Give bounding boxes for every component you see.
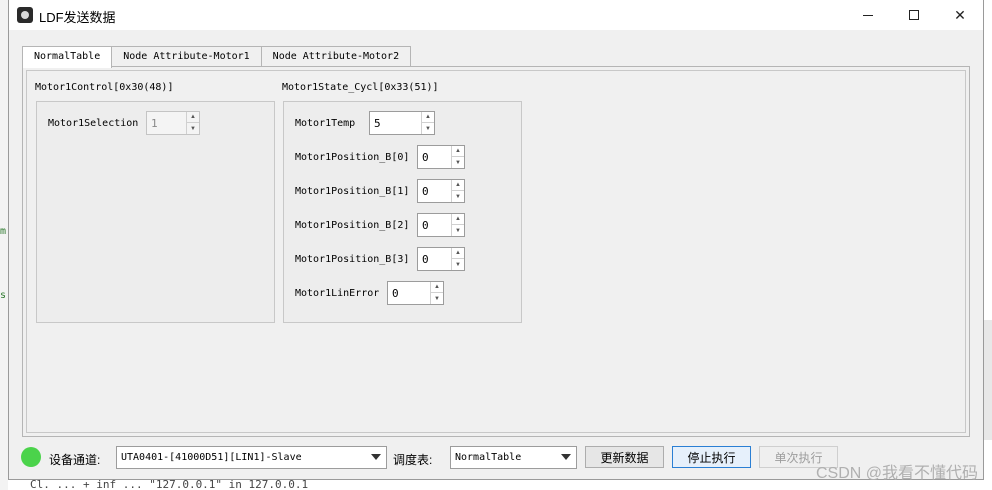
title-bar[interactable]: LDF发送数据 ✕ <box>9 0 983 30</box>
background-app-right-edge <box>984 320 992 440</box>
spinner-value: 5 <box>374 117 381 130</box>
spinner-down-icon[interactable]: ▼ <box>431 293 443 304</box>
ldf-send-data-window: LDF发送数据 ✕ NormalTable Node Attribute-Mot… <box>8 0 984 480</box>
spinner-up-icon[interactable]: ▲ <box>187 112 199 123</box>
window-title: LDF发送数据 <box>39 10 116 25</box>
spinner-arrows: ▲ ▼ <box>430 282 443 304</box>
update-data-button[interactable]: 更新数据 <box>585 446 664 468</box>
tab-bar: NormalTable Node Attribute-Motor1 Node A… <box>22 46 412 68</box>
tab-normal-table[interactable]: NormalTable <box>22 46 113 68</box>
group-motor1-state-cycl: Motor1Temp 5 ▲ ▼ Motor1Position_B[0] 0 ▲… <box>283 101 522 323</box>
minimize-button[interactable] <box>845 0 891 30</box>
field-label: Motor1Selection <box>48 118 139 129</box>
close-button[interactable]: ✕ <box>937 0 983 30</box>
tab-node-attribute-motor1[interactable]: Node Attribute-Motor1 <box>111 46 262 67</box>
spinner-arrows: ▲ ▼ <box>451 248 464 270</box>
device-channel-select[interactable]: UTA0401-[41000D51][LIN1]-Slave <box>116 446 387 469</box>
spinner-value: 0 <box>422 185 429 198</box>
spinner-arrows: ▲ ▼ <box>186 112 199 134</box>
field-label: Motor1Temp <box>295 118 356 129</box>
spinner-value: 0 <box>392 287 399 300</box>
watermark: CSDN @我看不懂代码 <box>815 465 978 482</box>
spinner-value: 0 <box>422 219 429 232</box>
group-motor1-control: Motor1Selection 1 ▲ ▼ <box>36 101 275 323</box>
spinner-down-icon[interactable]: ▼ <box>452 225 464 236</box>
tab-node-attribute-motor2[interactable]: Node Attribute-Motor2 <box>260 46 412 67</box>
tab-panel-normal-table: Motor1Control[0x30(48)] Motor1Selection … <box>22 66 970 437</box>
field-label: Motor1Position_B[0] <box>295 152 410 163</box>
schedule-table-select[interactable]: NormalTable <box>450 446 577 469</box>
spinner-up-icon[interactable]: ▲ <box>452 180 464 191</box>
spinner-down-icon[interactable]: ▼ <box>422 123 434 134</box>
stop-execution-button[interactable]: 停止执行 <box>672 446 751 468</box>
spinner-value: 1 <box>151 117 158 130</box>
device-channel-value: UTA0401-[41000D51][LIN1]-Slave <box>121 452 302 463</box>
app-icon <box>17 7 33 23</box>
motor1-position-b3-spinner[interactable]: 0 ▲ ▼ <box>417 247 465 271</box>
chevron-down-icon <box>371 454 381 460</box>
spinner-up-icon[interactable]: ▲ <box>452 146 464 157</box>
spinner-up-icon[interactable]: ▲ <box>452 214 464 225</box>
motor1-position-b2-spinner[interactable]: 0 ▲ ▼ <box>417 213 465 237</box>
chevron-down-icon <box>561 454 571 460</box>
background-console-text: Cl. ... + inf ... "127.0.0.1" in 127.0.0… <box>30 480 309 490</box>
device-channel-label: 设备通道: <box>49 453 101 467</box>
connection-status-indicator <box>21 447 41 467</box>
schedule-table-value: NormalTable <box>455 452 522 463</box>
background-char: m <box>0 226 7 237</box>
group-label-motor1-control: Motor1Control[0x30(48)] <box>35 82 174 93</box>
spinner-arrows: ▲ ▼ <box>451 146 464 168</box>
spinner-value: 0 <box>422 253 429 266</box>
spinner-up-icon[interactable]: ▲ <box>422 112 434 123</box>
spinner-up-icon[interactable]: ▲ <box>452 248 464 259</box>
background-app-left-edge: m s <box>0 0 8 490</box>
maximize-icon <box>909 10 919 20</box>
motor1-position-b0-spinner[interactable]: 0 ▲ ▼ <box>417 145 465 169</box>
maximize-button[interactable] <box>891 0 937 30</box>
schedule-table-label: 调度表: <box>393 453 433 467</box>
spinner-arrows: ▲ ▼ <box>451 214 464 236</box>
background-char: s <box>0 290 7 301</box>
spinner-down-icon[interactable]: ▼ <box>452 157 464 168</box>
motor1-selection-spinner[interactable]: 1 ▲ ▼ <box>146 111 200 135</box>
spinner-up-icon[interactable]: ▲ <box>431 282 443 293</box>
spinner-arrows: ▲ ▼ <box>451 180 464 202</box>
spinner-down-icon[interactable]: ▼ <box>452 259 464 270</box>
field-label: Motor1LinError <box>295 288 380 299</box>
field-label: Motor1Position_B[1] <box>295 186 410 197</box>
field-label: Motor1Position_B[3] <box>295 254 410 265</box>
motor1-temp-spinner[interactable]: 5 ▲ ▼ <box>369 111 435 135</box>
motor1-lin-error-spinner[interactable]: 0 ▲ ▼ <box>387 281 444 305</box>
spinner-arrows: ▲ ▼ <box>421 112 434 134</box>
spinner-down-icon[interactable]: ▼ <box>452 191 464 202</box>
minimize-icon <box>863 14 873 16</box>
spinner-down-icon[interactable]: ▼ <box>187 123 199 134</box>
close-icon: ✕ <box>954 6 966 23</box>
motor1-position-b1-spinner[interactable]: 0 ▲ ▼ <box>417 179 465 203</box>
spinner-value: 0 <box>422 151 429 164</box>
group-label-motor1-state-cycl: Motor1State_Cycl[0x33(51)] <box>282 82 439 93</box>
field-label: Motor1Position_B[2] <box>295 220 410 231</box>
